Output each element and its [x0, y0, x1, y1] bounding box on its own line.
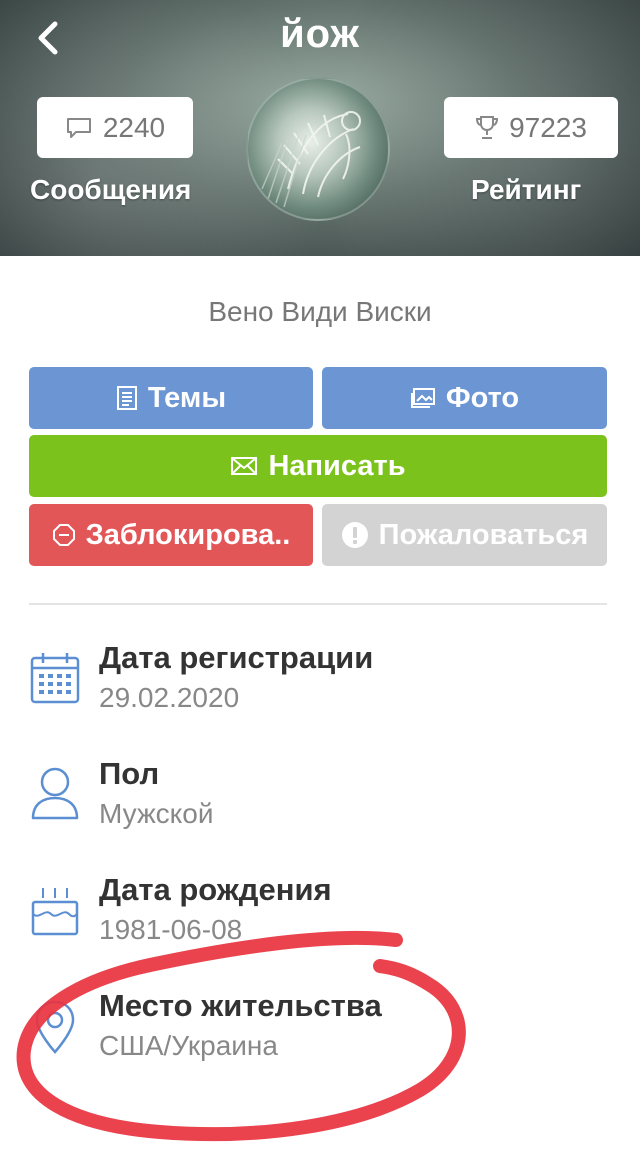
- topics-button-label: Темы: [147, 381, 227, 414]
- photo-button[interactable]: Фото: [322, 367, 607, 429]
- block-user-button[interactable]: Заблокирова..: [29, 504, 313, 566]
- registration-title: Дата регистрации: [99, 640, 374, 675]
- block-octagon-icon: [52, 524, 75, 546]
- avatar-image: [261, 111, 361, 208]
- info-row-birthday: Дата рождения 1981-06-08: [0, 872, 640, 982]
- avatar[interactable]: [246, 77, 390, 221]
- birthday-value: 1981-06-08: [99, 914, 243, 945]
- gender-title: Пол: [99, 756, 160, 791]
- info-row-location: Место жительства США/Украина: [0, 988, 640, 1098]
- user-status: Вено Види Виски: [208, 296, 432, 327]
- topics-button[interactable]: Темы: [29, 367, 313, 429]
- divider: [29, 603, 607, 605]
- photo-button-label: Фото: [445, 381, 520, 414]
- exclamation-circle-icon: [341, 522, 368, 548]
- document-icon: [116, 386, 137, 410]
- birthday-cake-icon: [31, 888, 79, 936]
- calendar-icon: [30, 653, 80, 704]
- rating-label: Рейтинг: [471, 174, 582, 205]
- write-button-label: Написать: [268, 449, 406, 482]
- speech-bubble-icon: [66, 117, 91, 138]
- block-button-label: Заблокирова..: [85, 518, 291, 551]
- info-row-registration: Дата регистрации 29.02.2020: [0, 640, 640, 750]
- registration-value: 29.02.2020: [99, 682, 240, 713]
- page-title: йож: [280, 12, 360, 56]
- birthday-title: Дата рождения: [99, 872, 332, 907]
- report-button[interactable]: Пожаловаться: [322, 504, 607, 566]
- rating-count-button[interactable]: 97223: [444, 97, 618, 158]
- profile-header: йож 2240 Сообщения 97223 Рейтинг: [0, 0, 640, 256]
- report-button-label: Пожаловаться: [378, 518, 589, 551]
- info-row-gender: Пол Мужской: [0, 756, 640, 866]
- gender-value: Мужской: [99, 798, 214, 829]
- write-message-button[interactable]: Написать: [29, 435, 607, 497]
- location-value: США/Украина: [99, 1030, 278, 1061]
- image-icon: [410, 388, 435, 408]
- messages-label: Сообщения: [30, 174, 192, 205]
- location-title: Место жительства: [99, 988, 382, 1023]
- location-pin-icon: [35, 1000, 75, 1054]
- trophy-icon: [476, 115, 499, 139]
- rating-count: 97223: [509, 111, 587, 143]
- person-icon: [31, 767, 79, 820]
- messages-count: 2240: [102, 111, 166, 143]
- messages-count-button[interactable]: 2240: [37, 97, 193, 158]
- envelope-icon: [231, 457, 258, 475]
